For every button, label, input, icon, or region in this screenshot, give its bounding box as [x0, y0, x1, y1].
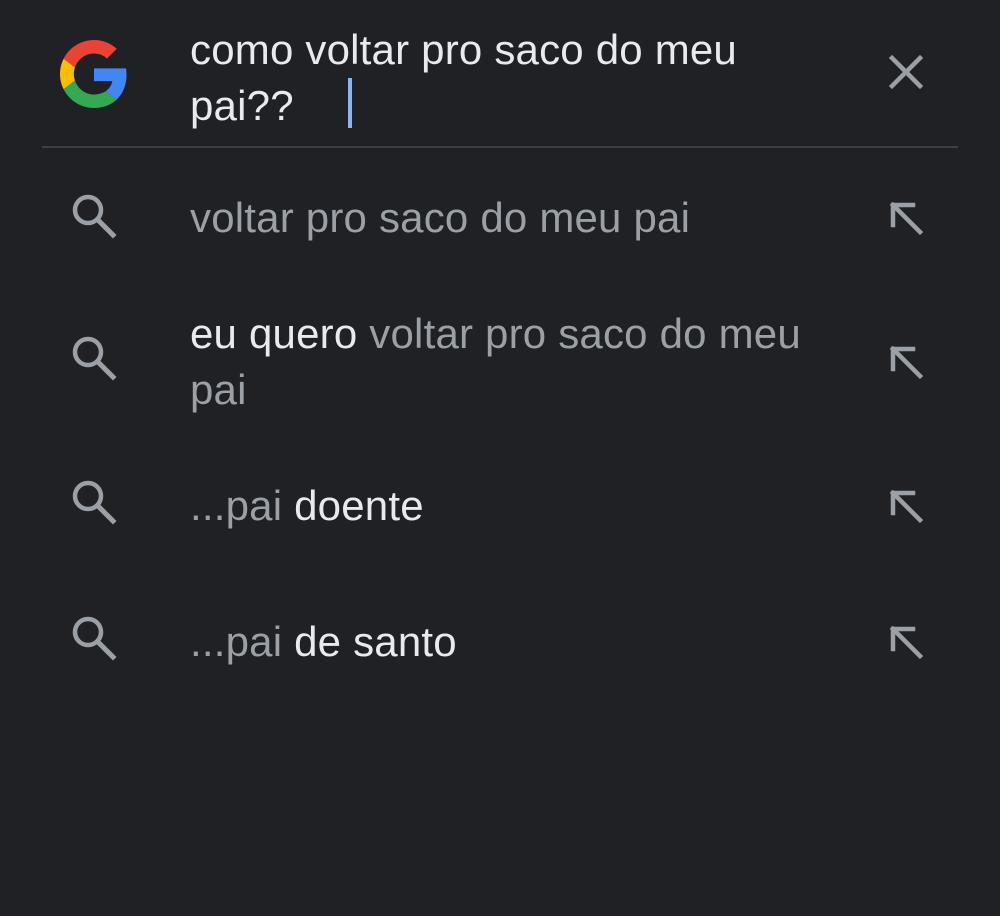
search-icon [72, 194, 117, 239]
suggestion-typed-part: eu quero [190, 310, 370, 357]
divider [42, 146, 958, 148]
google-g-icon [60, 40, 127, 108]
search-icon [72, 480, 117, 525]
search-suggestions-screen: como voltar pro saco do meu pai?? voltar… [0, 0, 1000, 916]
search-input[interactable]: como voltar pro saco do meu pai?? [190, 22, 840, 134]
search-query-text: como voltar pro saco do meu pai?? [190, 26, 749, 129]
search-icon [72, 336, 117, 381]
arrow-up-left-icon[interactable] [882, 338, 930, 386]
arrow-up-left-icon[interactable] [882, 618, 930, 666]
suggestion-text: eu quero voltar pro saco do meu pai [190, 306, 830, 418]
close-icon[interactable] [880, 46, 932, 98]
search-icon [72, 616, 117, 661]
suggestion-typed-part: doente [294, 482, 424, 529]
suggestion-completion-part: voltar pro saco do meu pai [190, 194, 691, 241]
suggestion-text: ...pai de santo [190, 614, 830, 670]
suggestion-text: ...pai doente [190, 478, 830, 534]
search-bar: como voltar pro saco do meu pai?? [0, 0, 1000, 148]
suggestion-text: voltar pro saco do meu pai [190, 190, 830, 246]
suggestion-typed-part: de santo [294, 618, 457, 665]
arrow-up-left-icon[interactable] [882, 194, 930, 242]
suggestion-completion-part: ...pai [190, 482, 295, 529]
arrow-up-left-icon[interactable] [882, 482, 930, 530]
text-caret [347, 78, 352, 128]
suggestion-completion-part: ...pai [190, 618, 295, 665]
